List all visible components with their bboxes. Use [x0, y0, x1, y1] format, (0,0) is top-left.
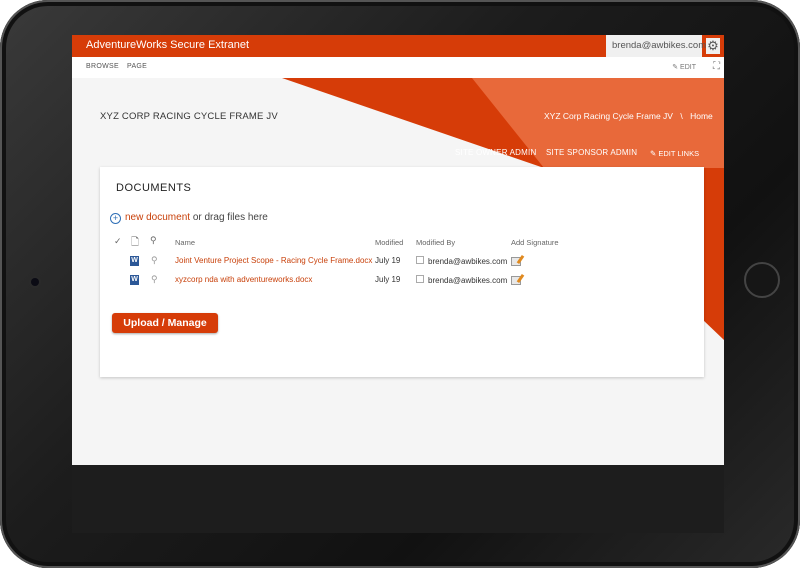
presence-indicator	[416, 275, 424, 283]
word-document-icon: W	[130, 255, 142, 267]
search-icon[interactable]: ⚲	[151, 255, 158, 266]
modified-by: brenda@awbikes.com	[416, 256, 507, 266]
search-icon[interactable]: ⚲	[151, 274, 158, 285]
drag-files-text: or drag files here	[190, 212, 268, 223]
nav-site-owner-admin[interactable]: SITE OWNER ADMIN	[455, 148, 536, 157]
user-menu[interactable]: brenda@awbikes.com ▼	[606, 35, 706, 72]
new-document-row: + new document or drag files here	[110, 212, 268, 224]
pencil-icon: ✎	[672, 64, 679, 71]
suite-bar: AdventureWorks Secure Extranet brenda@aw…	[72, 35, 724, 72]
modified-by: brenda@awbikes.com	[416, 275, 507, 285]
ribbon-bar: BROWSE PAGE ✎ EDIT ⛶	[72, 57, 724, 79]
modified-date: July 19	[375, 256, 401, 265]
documents-webpart: DOCUMENTS + new document or drag files he…	[100, 167, 704, 377]
tab-page[interactable]: PAGE	[127, 63, 147, 70]
breadcrumb: XYZ Corp Racing Cycle Frame JV \ Home	[544, 111, 713, 121]
browser-screen: AdventureWorks Secure Extranet brenda@aw…	[72, 35, 724, 465]
modified-by-email[interactable]: brenda@awbikes.com	[428, 276, 507, 285]
breadcrumb-home[interactable]: Home	[690, 111, 713, 121]
search-icon: ⚲	[150, 235, 157, 245]
column-modified[interactable]: Modified	[375, 238, 403, 247]
table-row[interactable]: W ⚲ Joint Venture Project Scope - Racing…	[100, 252, 704, 270]
document-type-icon: 🗋	[131, 237, 140, 248]
user-email: brenda@awbikes.com	[612, 40, 707, 51]
document-name-link[interactable]: xyzcorp nda with adventureworks.docx	[175, 275, 312, 284]
new-document-link[interactable]: new document	[125, 212, 190, 223]
upload-manage-button[interactable]: Upload / Manage	[112, 313, 218, 333]
suite-title[interactable]: AdventureWorks Secure Extranet	[86, 39, 249, 51]
pencil-icon: ✎	[650, 149, 657, 158]
word-document-icon: W	[130, 274, 142, 286]
column-name[interactable]: Name	[175, 238, 195, 247]
select-all-checkmark[interactable]: ✓	[114, 236, 122, 247]
breadcrumb-site[interactable]: XYZ Corp Racing Cycle Frame JV	[544, 111, 673, 121]
column-modified-by[interactable]: Modified By	[416, 238, 455, 247]
modified-date: July 19	[375, 275, 401, 284]
tab-browse[interactable]: BROWSE	[86, 63, 119, 70]
nav-site-sponsor-admin[interactable]: SITE SPONSOR ADMIN	[546, 148, 637, 157]
add-signature-icon[interactable]	[511, 257, 521, 266]
modified-by-email[interactable]: brenda@awbikes.com	[428, 257, 507, 266]
site-title: XYZ CORP RACING CYCLE FRAME JV	[100, 111, 278, 122]
edit-links-button[interactable]: ✎ EDIT LINKS	[650, 149, 699, 158]
edit-label: EDIT	[680, 64, 696, 71]
home-button[interactable]	[744, 262, 780, 298]
edit-button[interactable]: ✎ EDIT	[672, 63, 696, 71]
screen-bottom-area	[72, 465, 724, 533]
table-row[interactable]: W ⚲ xyzcorp nda with adventureworks.docx…	[100, 271, 704, 289]
breadcrumb-separator: \	[680, 111, 683, 121]
edit-links-label: EDIT LINKS	[658, 149, 700, 158]
document-name-link[interactable]: Joint Venture Project Scope - Racing Cyc…	[175, 256, 372, 265]
column-add-signature[interactable]: Add Signature	[511, 238, 559, 247]
gear-icon[interactable]: ⚙	[706, 38, 720, 54]
documents-heading: DOCUMENTS	[116, 182, 192, 194]
presence-indicator	[416, 256, 424, 264]
focus-mode-icon[interactable]: ⛶	[713, 61, 720, 72]
add-icon[interactable]: +	[110, 213, 121, 224]
add-signature-icon[interactable]	[511, 276, 521, 285]
camera-icon	[31, 278, 39, 286]
